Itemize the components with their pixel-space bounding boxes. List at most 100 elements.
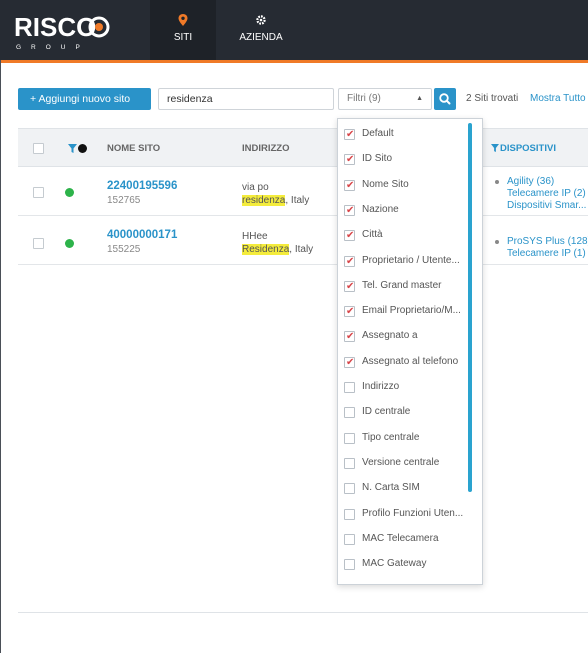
gear-icon xyxy=(256,15,266,25)
filter-option-label: MAC Telecamera xyxy=(362,532,439,544)
filter-option-checkbox[interactable]: ✔ xyxy=(344,129,355,140)
window-left-edge xyxy=(0,60,1,653)
filter-option[interactable]: ✔ Assegnato a xyxy=(344,329,472,347)
filter-option[interactable]: Profilo Funzioni Uten... xyxy=(344,507,472,525)
filter-option-label: Nazione xyxy=(362,203,399,215)
show-all-link[interactable]: Mostra Tutto xyxy=(530,93,586,104)
checkmark-icon: ✔ xyxy=(346,331,355,343)
device-bullet xyxy=(495,240,499,244)
caret-up-icon: ▲ xyxy=(416,95,423,102)
address-city: Residenza, Italy xyxy=(242,244,313,255)
filter-option[interactable]: ✔ Proprietario / Utente... xyxy=(344,254,472,272)
add-new-site-button[interactable]: + Aggiungi nuovo sito xyxy=(18,88,151,110)
filter-option-checkbox[interactable]: ✔ xyxy=(344,331,355,343)
filter-option-label: MAC Gateway xyxy=(362,558,427,570)
checkmark-icon: ✔ xyxy=(346,280,355,292)
tab-siti[interactable]: SITI xyxy=(150,0,216,60)
filter-option[interactable]: ✔ ID Sito xyxy=(344,152,472,170)
filter-option-label: Default xyxy=(362,128,394,139)
device-link[interactable]: ProSYS Plus (128) xyxy=(507,236,588,247)
filter-option-label: ID centrale xyxy=(362,406,411,418)
column-header-address[interactable]: INDIRIZZO xyxy=(242,143,290,154)
site-id: 155225 xyxy=(107,244,141,255)
filter-option-label: Nome Sito xyxy=(362,178,409,190)
select-all-checkbox[interactable] xyxy=(33,143,44,154)
row-checkbox[interactable] xyxy=(33,238,44,249)
table-header: NOME SITO INDIRIZZO DISPOSITIVI xyxy=(18,129,588,167)
status-column-dot-icon[interactable] xyxy=(78,144,87,153)
filter-option[interactable]: Tipo centrale xyxy=(344,431,472,449)
filter-option[interactable]: N. Carta SIM xyxy=(344,481,472,499)
filter-option-checkbox[interactable]: ✔ xyxy=(344,356,355,368)
filter-option-label: Proprietario / Utente... xyxy=(362,254,460,266)
filter-option[interactable]: Versione centrale xyxy=(344,456,472,474)
devices-filter-icon[interactable] xyxy=(491,144,499,152)
search-button[interactable] xyxy=(434,88,456,110)
filter-option[interactable]: ✔ Assegnato al telefono xyxy=(344,355,472,373)
filter-option-checkbox[interactable]: ✔ xyxy=(344,306,355,318)
filter-option-checkbox[interactable] xyxy=(344,559,355,571)
table-row[interactable]: 22400195596 152765 via po residenza, Ita… xyxy=(18,168,588,216)
checkmark-icon: ✔ xyxy=(346,306,355,318)
filter-option[interactable]: ID centrale xyxy=(344,405,472,423)
filter-option-checkbox[interactable] xyxy=(344,432,355,444)
checkmark-icon: ✔ xyxy=(346,129,355,140)
filters-dropdown-label: Filtri (9) xyxy=(347,93,381,104)
filter-option[interactable]: ✔ Nome Sito xyxy=(344,178,472,196)
filter-option-checkbox[interactable] xyxy=(344,508,355,520)
filter-icon[interactable] xyxy=(68,144,77,153)
checkmark-icon: ✔ xyxy=(346,204,355,216)
device-link[interactable]: Agility (36) xyxy=(507,176,554,187)
filter-option-label: Città xyxy=(362,229,383,241)
device-link[interactable]: Telecamere IP (1) xyxy=(507,248,586,259)
filter-option[interactable]: Indirizzo xyxy=(344,380,472,398)
table-row[interactable]: 40000000171 155225 HHee Residenza, Italy… xyxy=(18,217,588,265)
filter-option-checkbox[interactable] xyxy=(344,382,355,393)
filter-option-checkbox[interactable]: ✔ xyxy=(344,280,355,292)
tab-azienda[interactable]: AZIENDA xyxy=(226,0,296,60)
filter-option[interactable]: MAC Gateway xyxy=(344,557,472,575)
filter-option[interactable]: ✔ Email Proprietario/M... xyxy=(344,304,472,322)
filter-option-label: Tel. Grand master xyxy=(362,279,442,291)
device-link[interactable]: Dispositivi Smar... xyxy=(507,200,586,211)
filters-dropdown[interactable]: Filtri (9) ▲ xyxy=(338,88,432,110)
filter-option-checkbox[interactable] xyxy=(344,457,355,469)
address-country: , Italy xyxy=(285,195,310,206)
accent-divider xyxy=(0,60,588,63)
device-bullet xyxy=(495,180,499,184)
filter-option-checkbox[interactable]: ✔ xyxy=(344,154,355,166)
column-header-name[interactable]: NOME SITO xyxy=(107,143,160,154)
device-link[interactable]: Telecamere IP (2) xyxy=(507,188,586,199)
checkmark-icon: ✔ xyxy=(346,255,355,267)
filter-option-label: Versione centrale xyxy=(362,456,440,468)
search-icon xyxy=(439,93,451,105)
filter-option[interactable]: ✔ Città xyxy=(344,228,472,246)
filter-option-checkbox[interactable] xyxy=(344,533,355,545)
filter-option[interactable]: MAC Telecamera xyxy=(344,532,472,550)
checkmark-icon: ✔ xyxy=(346,230,355,242)
filter-option[interactable]: ✔ Tel. Grand master xyxy=(344,279,472,297)
filter-option-checkbox[interactable]: ✔ xyxy=(344,204,355,216)
risco-logo[interactable]: RISCO GROUP xyxy=(14,12,114,52)
row-checkbox[interactable] xyxy=(33,187,44,198)
filters-dropdown-panel[interactable]: ✔ Default ✔ ID Sito ✔ Nome Sito ✔ Nazione ✔ Città… xyxy=(337,118,483,585)
filter-option-checkbox[interactable] xyxy=(344,407,355,419)
logo-subtext: GROUP xyxy=(16,44,90,51)
search-highlight: residenza xyxy=(242,195,286,206)
filter-option-label: Indirizzo xyxy=(362,381,400,392)
filter-option-label: Assegnato al telefono xyxy=(362,355,459,367)
filter-option-checkbox[interactable] xyxy=(344,483,355,495)
dropdown-scrollbar[interactable] xyxy=(468,123,472,492)
search-highlight: Residenza xyxy=(242,244,290,255)
filter-option[interactable]: ✔ Nazione xyxy=(344,203,472,221)
column-header-devices[interactable]: DISPOSITIVI xyxy=(500,143,556,154)
filter-option[interactable]: ✔ Default xyxy=(344,127,472,145)
site-name-link[interactable]: 22400195596 xyxy=(107,180,177,192)
filter-option-checkbox[interactable]: ✔ xyxy=(344,230,355,242)
site-search-input[interactable] xyxy=(158,88,334,110)
address-street: HHee xyxy=(242,231,268,242)
filter-option-label: Profilo Funzioni Uten... xyxy=(362,507,464,519)
filter-option-checkbox[interactable]: ✔ xyxy=(344,255,355,267)
filter-option-checkbox[interactable]: ✔ xyxy=(344,179,355,191)
site-name-link[interactable]: 40000000171 xyxy=(107,229,177,241)
